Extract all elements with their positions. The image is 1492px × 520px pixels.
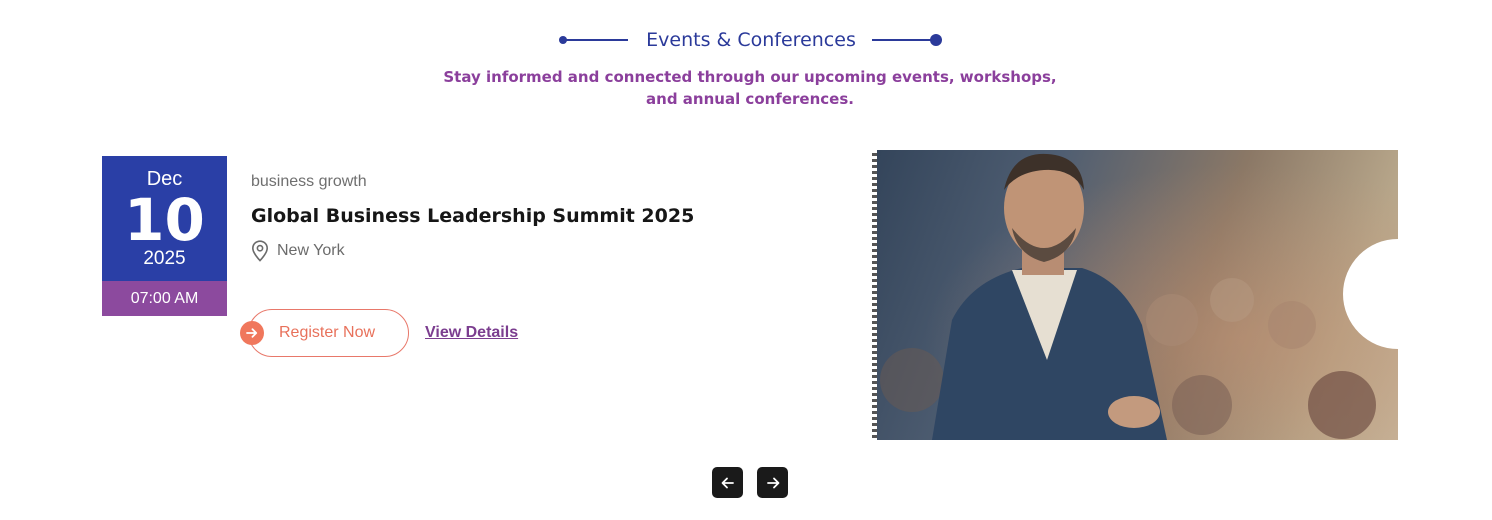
location-text: New York: [277, 242, 345, 259]
view-details-link[interactable]: View Details: [425, 322, 518, 344]
arrow-right-icon: [766, 477, 779, 488]
prev-slide-button[interactable]: [712, 467, 743, 498]
map-pin-icon: [251, 240, 269, 262]
event-location: New York: [251, 240, 345, 262]
next-slide-button[interactable]: [757, 467, 788, 498]
event-year: 2025: [143, 248, 186, 269]
ticket-perforation: [872, 150, 877, 440]
date-block: Dec 10 2025: [102, 156, 227, 281]
section-subtitle: Stay informed and connected through our …: [443, 68, 1057, 108]
arrow-right-icon[interactable]: [240, 321, 264, 345]
register-now-button[interactable]: Register Now: [248, 309, 409, 357]
speaker-photo: [872, 150, 1398, 440]
event-day: 10: [124, 186, 205, 254]
arrow-left-icon: [721, 477, 734, 488]
event-time: 07:00 AM: [102, 281, 227, 316]
heading-decoration-right: [872, 34, 942, 46]
section-heading: Events & Conferences: [0, 26, 1492, 54]
event-category: business growth: [251, 173, 367, 190]
event-title: Global Business Leadership Summit 2025: [251, 205, 695, 227]
event-image: [872, 150, 1398, 440]
event-date-card: Dec 10 2025 07:00 AM: [102, 156, 227, 316]
